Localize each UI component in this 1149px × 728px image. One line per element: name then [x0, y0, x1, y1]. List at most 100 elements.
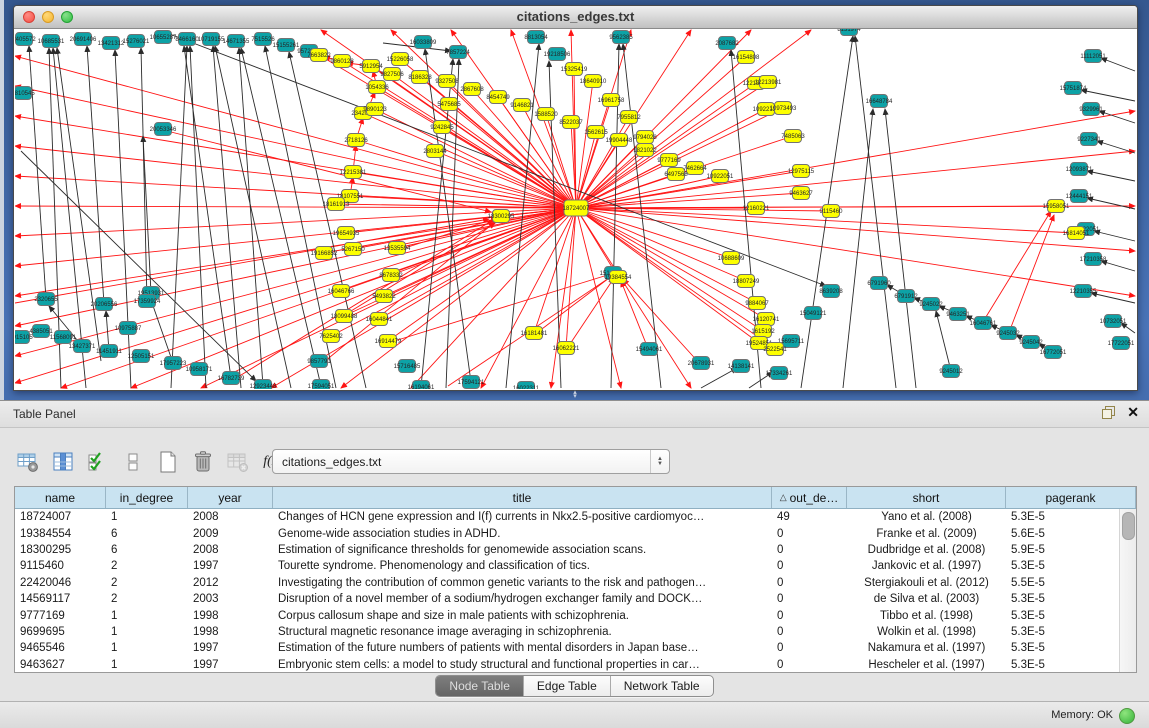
- network-edge[interactable]: [701, 368, 737, 388]
- network-node[interactable]: 7625402: [319, 330, 343, 343]
- network-node[interactable]: 2718126: [344, 134, 368, 147]
- network-canvas[interactable]: 2405572106855312069140613421312152760211…: [15, 29, 1136, 389]
- network-node[interactable]: 17334261: [766, 367, 793, 380]
- network-node[interactable]: 15494061: [636, 343, 663, 356]
- network-node[interactable]: 9463251: [946, 308, 970, 321]
- network-edge[interactable]: [1099, 111, 1135, 123]
- network-edge[interactable]: [143, 136, 151, 293]
- column-header-in_degree[interactable]: in_degree: [106, 487, 188, 508]
- network-edge[interactable]: [190, 46, 206, 388]
- network-node-hub[interactable]: 18724007: [563, 200, 590, 216]
- network-node[interactable]: 1562615: [584, 126, 608, 139]
- network-node[interactable]: 16194061: [408, 381, 435, 390]
- network-node[interactable]: 16046761: [970, 317, 997, 330]
- network-edge[interactable]: [576, 81, 593, 208]
- network-edge[interactable]: [233, 220, 493, 380]
- network-node[interactable]: 12505151: [128, 350, 155, 363]
- network-node[interactable]: 17594051: [308, 380, 335, 390]
- network-edge[interactable]: [171, 46, 187, 388]
- network-node[interactable]: 2405572: [15, 33, 36, 46]
- network-edge[interactable]: [213, 46, 241, 388]
- network-node[interactable]: 8813054: [524, 31, 548, 44]
- network-node[interactable]: 12160221: [743, 202, 770, 215]
- table-row[interactable]: 911546021997Tourette syndrome. Phenomeno…: [15, 558, 1119, 574]
- panel-splitter[interactable]: ▴▾: [569, 391, 581, 400]
- network-node[interactable]: 14671355: [223, 35, 250, 48]
- tab-node-table[interactable]: Node Table: [436, 676, 524, 696]
- network-node[interactable]: 10732051: [1100, 315, 1127, 328]
- network-node[interactable]: 16648784: [866, 95, 893, 108]
- network-edge[interactable]: [1087, 171, 1135, 181]
- network-node[interactable]: 8639208: [819, 285, 843, 298]
- network-edge[interactable]: [551, 208, 576, 388]
- network-edge[interactable]: [855, 36, 896, 388]
- show-column-settings-button[interactable]: [16, 450, 40, 474]
- network-node[interactable]: 9146821: [510, 99, 534, 112]
- table-row[interactable]: 1830029562008Estimation of significance …: [15, 542, 1119, 558]
- network-node[interactable]: 5475685: [437, 98, 461, 111]
- network-edge[interactable]: [388, 273, 614, 343]
- network-edge[interactable]: [885, 109, 916, 388]
- network-node[interactable]: 16772051: [1040, 346, 1067, 359]
- network-node[interactable]: 9242845: [430, 121, 454, 134]
- network-node[interactable]: 2522541: [763, 343, 787, 356]
- select-all-rows-button[interactable]: [86, 450, 110, 474]
- network-node[interactable]: 16154808: [733, 51, 760, 64]
- column-header-pagerank[interactable]: pagerank: [1006, 487, 1136, 508]
- create-column-button[interactable]: [156, 450, 180, 474]
- network-node[interactable]: 9463627: [789, 187, 813, 200]
- network-node[interactable]: 6791960: [867, 277, 891, 290]
- network-edge[interactable]: [167, 33, 826, 286]
- table-row[interactable]: 969969511998Structural magnetic resonanc…: [15, 624, 1119, 640]
- network-edge[interactable]: [576, 208, 691, 388]
- column-header-out_de[interactable]: △out_de…: [772, 487, 847, 508]
- network-node[interactable]: 9794028: [633, 131, 657, 144]
- close-panel-icon[interactable]: ✕: [1127, 405, 1139, 419]
- close-window-button[interactable]: [23, 11, 35, 23]
- network-node[interactable]: 7857224: [446, 46, 470, 59]
- network-node[interactable]: 15049121: [800, 307, 827, 320]
- table-row[interactable]: 946362711997Embryonic stem cells: a mode…: [15, 657, 1119, 672]
- network-node[interactable]: 10685531: [38, 35, 65, 48]
- network-node[interactable]: 8522037: [559, 116, 583, 129]
- column-header-title[interactable]: title: [273, 487, 772, 508]
- table-row[interactable]: 977716911998Corpus callosum shape and si…: [15, 607, 1119, 623]
- network-node[interactable]: 6791912: [894, 290, 918, 303]
- network-node[interactable]: 19904448: [606, 134, 633, 147]
- table-row[interactable]: 1938455462009Genome-wide association stu…: [15, 525, 1119, 541]
- network-node[interactable]: 16022311: [513, 382, 540, 390]
- network-edge[interactable]: [843, 109, 873, 388]
- network-edge[interactable]: [1081, 90, 1135, 101]
- table-row[interactable]: 1456911722003Disruption of a novel membe…: [15, 591, 1119, 607]
- network-node[interactable]: 9245012: [939, 365, 963, 378]
- network-node[interactable]: 1615192: [751, 325, 775, 338]
- minimize-window-button[interactable]: [42, 11, 54, 23]
- network-node[interactable]: 2803144: [423, 145, 447, 158]
- network-edge[interactable]: [566, 278, 614, 350]
- network-edge[interactable]: [1008, 215, 1054, 335]
- network-node[interactable]: 7485063: [781, 130, 805, 143]
- column-header-short[interactable]: short: [847, 487, 1006, 508]
- delete-column-button[interactable]: [191, 450, 215, 474]
- network-node[interactable]: 19218506: [544, 48, 571, 61]
- network-node[interactable]: 13421312: [98, 37, 125, 50]
- network-node[interactable]: 7955812: [617, 111, 641, 124]
- network-node[interactable]: 18807249: [733, 275, 760, 288]
- network-node[interactable]: 5912954: [359, 60, 383, 73]
- network-node[interactable]: 17722051: [1108, 337, 1135, 350]
- network-node[interactable]: 20678931: [688, 357, 715, 370]
- network-node[interactable]: 17210358: [1080, 253, 1107, 266]
- network-node[interactable]: 9245032: [996, 327, 1020, 340]
- select-column-button[interactable]: [51, 450, 75, 474]
- network-node[interactable]: 9860128: [330, 55, 354, 68]
- network-node[interactable]: 15716485: [394, 360, 421, 373]
- column-header-year[interactable]: year: [188, 487, 273, 508]
- network-edge[interactable]: [141, 48, 147, 301]
- network-node[interactable]: 2867608: [460, 83, 484, 96]
- network-edge[interactable]: [1094, 231, 1135, 241]
- column-header-name[interactable]: name: [15, 487, 106, 508]
- network-node[interactable]: 16044841: [366, 313, 393, 326]
- network-node[interactable]: 8678332: [379, 269, 403, 282]
- network-edge[interactable]: [1101, 58, 1135, 71]
- network-node[interactable]: 1588520: [534, 108, 558, 121]
